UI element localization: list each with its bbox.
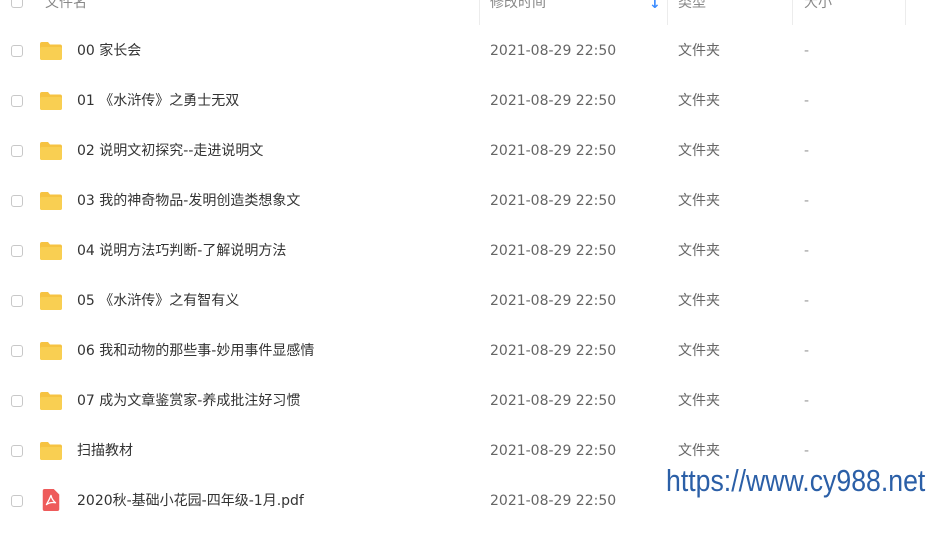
- column-header-name[interactable]: 文件名: [45, 0, 87, 21]
- file-name[interactable]: 2020秋-基础小花园-四年级-1月.pdf: [77, 476, 304, 526]
- row-checkbox[interactable]: [11, 445, 23, 457]
- column-header-name-label: 文件名: [45, 0, 87, 11]
- file-type: 文件夹: [678, 393, 720, 409]
- row-checkbox[interactable]: [11, 245, 23, 257]
- modified-time: 2021-08-29 22:50: [490, 393, 617, 409]
- modified-time: 2021-08-29 22:50: [490, 143, 617, 159]
- folder-icon: [40, 42, 62, 60]
- watermark-url: https://www.cy988.net: [666, 463, 926, 498]
- folder-icon: [40, 342, 62, 360]
- file-size: -: [804, 43, 810, 59]
- folder-icon: [40, 142, 62, 160]
- column-header-type-label: 类型: [678, 0, 706, 11]
- column-divider: [792, 0, 793, 25]
- sort-descending-icon[interactable]: ↓: [649, 0, 661, 22]
- folder-icon: [40, 392, 62, 410]
- modified-time: 2021-08-29 22:50: [490, 493, 617, 509]
- row-checkbox[interactable]: [11, 495, 23, 507]
- file-row[interactable]: 01 《水浒传》之勇士无双 2021-08-29 22:50 文件夹 -: [0, 76, 927, 126]
- file-name[interactable]: 01 《水浒传》之勇士无双: [77, 76, 239, 126]
- folder-icon: [40, 192, 62, 210]
- folder-icon: [40, 92, 62, 110]
- file-type: 文件夹: [678, 293, 720, 309]
- pdf-icon: [42, 489, 60, 511]
- file-size: -: [804, 243, 810, 259]
- row-checkbox[interactable]: [11, 345, 23, 357]
- modified-time: 2021-08-29 22:50: [490, 293, 617, 309]
- column-header-modified[interactable]: 修改时间: [490, 0, 546, 21]
- folder-icon: [40, 442, 62, 460]
- file-row[interactable]: 03 我的神奇物品-发明创造类想象文 2021-08-29 22:50 文件夹 -: [0, 176, 927, 226]
- file-name[interactable]: 06 我和动物的那些事-妙用事件显感情: [77, 326, 314, 376]
- column-header-type[interactable]: 类型: [678, 0, 706, 21]
- column-header-size[interactable]: 大小: [804, 0, 832, 21]
- row-checkbox[interactable]: [11, 95, 23, 107]
- row-checkbox[interactable]: [11, 195, 23, 207]
- file-name[interactable]: 05 《水浒传》之有智有义: [77, 276, 239, 326]
- modified-time: 2021-08-29 22:50: [490, 343, 617, 359]
- file-row[interactable]: 00 家长会 2021-08-29 22:50 文件夹 -: [0, 26, 927, 76]
- file-row[interactable]: 05 《水浒传》之有智有义 2021-08-29 22:50 文件夹 -: [0, 276, 927, 326]
- modified-time: 2021-08-29 22:50: [490, 43, 617, 59]
- modified-time: 2021-08-29 22:50: [490, 93, 617, 109]
- file-name[interactable]: 00 家长会: [77, 26, 141, 76]
- modified-time: 2021-08-29 22:50: [490, 443, 617, 459]
- file-size: -: [804, 293, 810, 309]
- file-size: -: [804, 93, 810, 109]
- row-checkbox[interactable]: [11, 45, 23, 57]
- file-name[interactable]: 04 说明方法巧判断-了解说明方法: [77, 226, 286, 276]
- file-name[interactable]: 03 我的神奇物品-发明创造类想象文: [77, 176, 300, 226]
- row-checkbox[interactable]: [11, 395, 23, 407]
- file-name[interactable]: 07 成为文章鉴赏家-养成批注好习惯: [77, 376, 300, 426]
- file-name[interactable]: 02 说明文初探究--走进说明文: [77, 126, 263, 176]
- column-divider: [479, 0, 480, 25]
- file-row[interactable]: 04 说明方法巧判断-了解说明方法 2021-08-29 22:50 文件夹 -: [0, 226, 927, 276]
- select-all-checkbox[interactable]: [11, 0, 23, 8]
- row-checkbox[interactable]: [11, 145, 23, 157]
- row-checkbox[interactable]: [11, 295, 23, 307]
- column-divider: [667, 0, 668, 25]
- column-divider: [905, 0, 906, 25]
- modified-time: 2021-08-29 22:50: [490, 193, 617, 209]
- column-header-size-label: 大小: [804, 0, 832, 11]
- folder-icon: [40, 292, 62, 310]
- file-type: 文件夹: [678, 93, 720, 109]
- file-type: 文件夹: [678, 43, 720, 59]
- file-size: -: [804, 193, 810, 209]
- file-size: -: [804, 343, 810, 359]
- column-header-modified-label: 修改时间: [490, 0, 546, 11]
- file-row[interactable]: 02 说明文初探究--走进说明文 2021-08-29 22:50 文件夹 -: [0, 126, 927, 176]
- file-row[interactable]: 06 我和动物的那些事-妙用事件显感情 2021-08-29 22:50 文件夹 -: [0, 326, 927, 376]
- file-row[interactable]: 07 成为文章鉴赏家-养成批注好习惯 2021-08-29 22:50 文件夹 -: [0, 376, 927, 426]
- modified-time: 2021-08-29 22:50: [490, 243, 617, 259]
- file-type: 文件夹: [678, 343, 720, 359]
- file-size: -: [804, 143, 810, 159]
- file-name[interactable]: 扫描教材: [77, 426, 133, 476]
- folder-icon: [40, 242, 62, 260]
- file-type: 文件夹: [678, 193, 720, 209]
- file-type: 文件夹: [678, 243, 720, 259]
- file-size: -: [804, 393, 810, 409]
- file-type: 文件夹: [678, 143, 720, 159]
- file-list-header: 文件名 修改时间 ↓ 类型 大小: [0, 0, 927, 25]
